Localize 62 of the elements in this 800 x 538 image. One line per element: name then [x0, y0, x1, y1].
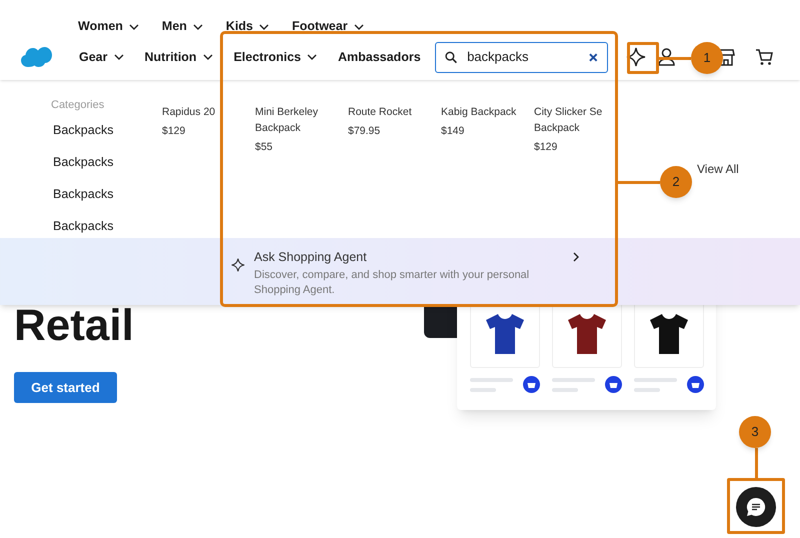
hero-title: Retail — [14, 304, 134, 348]
chevron-down-icon — [114, 54, 124, 60]
product-name: City Slicker Se Backpack — [534, 105, 604, 136]
nav-menu-item[interactable]: Electronics — [234, 48, 317, 66]
chevron-right-icon — [573, 252, 579, 262]
nav-menu-item[interactable]: Kids — [226, 17, 270, 36]
product-suggestion[interactable]: City Slicker Se Backpack $129 — [534, 104, 627, 155]
callout-connector — [755, 448, 758, 478]
chevron-down-icon — [306, 54, 317, 60]
nav-menu-item[interactable]: Nutrition — [144, 48, 213, 66]
product-name: Mini Berkeley Backpack — [255, 105, 320, 136]
product-suggestion[interactable]: Mini Berkeley Backpack $55 — [255, 104, 348, 155]
terminal-window — [424, 306, 457, 338]
person-icon[interactable] — [658, 48, 675, 66]
nav-menu-item[interactable]: Women — [78, 17, 139, 36]
product-price: $129 — [162, 124, 186, 139]
category-link[interactable]: Backpacks — [53, 122, 114, 154]
product-name: Route Rocket — [348, 105, 413, 120]
product-price: $79.95 — [348, 124, 382, 139]
agent-description: Discover, compare, and shop smarter with your personal Shopping Agent. — [254, 268, 530, 298]
product-name: Kabig Backpack — [441, 105, 518, 120]
basket-button-icon[interactable] — [605, 376, 622, 393]
get-started-button[interactable]: Get started — [14, 372, 117, 403]
category-link[interactable]: Backpacks — [53, 186, 114, 218]
category-link[interactable]: Backpacks — [53, 218, 114, 250]
chevron-down-icon — [128, 24, 139, 30]
product-price: $149 — [441, 124, 466, 139]
nav-menu-item[interactable]: Men — [162, 17, 203, 36]
callout-badge: 3 — [739, 416, 771, 448]
nav-menu-item[interactable]: Footwear — [292, 17, 364, 36]
chevron-down-icon — [192, 24, 203, 30]
chevron-down-icon — [202, 54, 213, 60]
product-suggestion[interactable]: Route Rocket $79.95 — [348, 104, 441, 155]
product-suggestion[interactable]: Kabig Backpack $149 — [441, 104, 534, 155]
chat-bubble-icon — [745, 496, 767, 518]
search-field[interactable]: backpacks — [434, 42, 608, 72]
callout-frame — [627, 42, 659, 74]
cloud-logo-icon[interactable] — [20, 45, 53, 69]
agent-title: Ask Shopping Agent — [254, 249, 368, 266]
callout-connector — [618, 181, 660, 184]
callout-frame — [727, 478, 785, 534]
cart-icon[interactable] — [754, 48, 773, 66]
basket-button-icon[interactable] — [687, 376, 704, 393]
product-price: $129 — [534, 140, 558, 155]
chevron-down-icon — [259, 24, 270, 30]
callout-connector — [659, 57, 691, 60]
search-icon — [444, 50, 458, 64]
product-suggestion[interactable]: Rapidus 20 $129 — [162, 104, 255, 155]
product-name: Rapidus 20 — [162, 105, 216, 120]
clear-icon[interactable] — [589, 52, 598, 62]
nav-menu-item[interactable]: Ambassadors — [338, 48, 421, 66]
search-input[interactable]: backpacks — [467, 47, 580, 67]
categories-label: Categories — [51, 98, 106, 113]
nav-menu-item[interactable]: Gear — [79, 48, 124, 66]
product-price: $55 — [255, 140, 274, 155]
ask-agent-option[interactable]: Ask Shopping Agent Discover, compare, and shop smarter with your personal Shopping Agent. — [231, 248, 579, 298]
chat-button[interactable] — [736, 487, 776, 527]
basket-button-icon[interactable] — [523, 376, 540, 393]
sparkle-icon — [231, 258, 245, 272]
view-all-link[interactable]: View All — [697, 160, 739, 178]
category-link[interactable]: Backpacks — [53, 154, 114, 186]
chevron-down-icon — [354, 24, 364, 30]
